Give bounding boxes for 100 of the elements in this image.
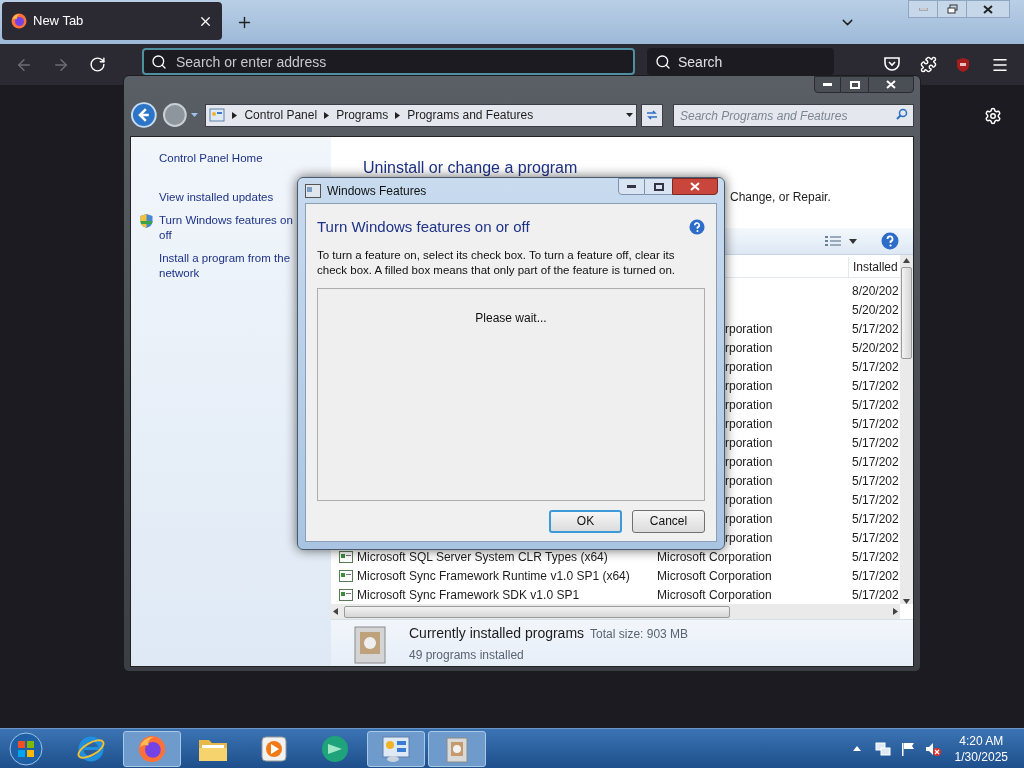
table-cell: 5/17/202 — [852, 359, 899, 374]
loading-message: Please wait... — [475, 309, 547, 327]
table-cell: rporation — [725, 492, 773, 507]
table-cell-text: Microsoft Sync Framework Runtime v1.0 SP1 (x64) — [357, 567, 630, 585]
address-field[interactable]: Search or enter address — [142, 48, 635, 75]
table-cell: 5/20/202 — [852, 302, 899, 317]
chevron-icon — [395, 111, 401, 119]
dialog-button[interactable]: Cancel — [632, 509, 705, 533]
muted-speaker-icon[interactable] — [924, 741, 941, 756]
breadcrumb-item[interactable]: Control Panel — [244, 106, 318, 125]
help-icon[interactable] — [881, 232, 899, 250]
search-field[interactable]: Search — [647, 48, 834, 75]
tab-title: New Tab — [33, 12, 85, 31]
play-circle-icon[interactable] — [320, 733, 350, 764]
minimize-icon — [918, 7, 928, 11]
search-field[interactable]: Search Programs and Features — [673, 104, 914, 128]
search-icon — [655, 54, 671, 70]
close-button[interactable] — [672, 178, 718, 195]
horizontal-scrollbar[interactable] — [331, 604, 900, 619]
network-icon[interactable] — [874, 741, 891, 756]
table-cell: 5/17/202 — [852, 321, 899, 336]
task-link[interactable]: Turn Windows features on off — [159, 213, 293, 243]
scroll-right-icon[interactable] — [893, 608, 898, 615]
scroll-thumb[interactable] — [344, 605, 730, 618]
scroll-down-icon[interactable] — [903, 599, 910, 604]
forward-button[interactable] — [161, 102, 188, 129]
close-icon — [690, 182, 700, 191]
new-tab-icon[interactable] — [236, 14, 253, 31]
window-icon — [305, 183, 321, 198]
control-panel-icon[interactable] — [381, 733, 411, 764]
tray-expand-icon[interactable] — [852, 746, 861, 751]
pocket-icon[interactable] — [884, 57, 900, 72]
firefox-icon[interactable] — [138, 734, 166, 763]
program-icon — [339, 549, 353, 564]
table-cell: rporation — [725, 435, 773, 450]
table-cell: rporation — [725, 378, 773, 393]
back-button[interactable] — [130, 101, 158, 130]
table-cell: rporation — [725, 511, 773, 526]
table-cell: 5/17/202 — [852, 416, 899, 431]
table-cell: Microsoft Corporation — [657, 568, 772, 583]
help-icon[interactable] — [689, 219, 705, 236]
program-count: 49 programs installed — [409, 646, 525, 664]
refresh-button[interactable] — [641, 103, 663, 127]
maximize-icon — [653, 182, 664, 191]
table-cell: rporation — [725, 359, 773, 374]
program-icon — [339, 587, 353, 602]
chevron-icon — [324, 111, 330, 119]
chevron-icon — [232, 111, 238, 119]
breadcrumb-item[interactable]: Programs and Features — [407, 106, 534, 125]
start-button[interactable] — [9, 731, 43, 766]
extensions-icon[interactable] — [920, 56, 937, 73]
dialog-button[interactable]: OK — [549, 509, 622, 533]
firefox-icon — [11, 13, 27, 29]
scroll-left-icon[interactable] — [333, 608, 338, 615]
scroll-thumb[interactable] — [901, 267, 912, 359]
task-link[interactable]: View installed updates — [159, 190, 274, 205]
clock-time: 4:20 AM — [959, 732, 1004, 749]
task-link[interactable]: Install a program from the network — [159, 251, 291, 281]
browser-tab[interactable]: New Tab — [2, 2, 222, 40]
dropdown-icon[interactable] — [626, 113, 634, 118]
flag-icon[interactable] — [900, 741, 915, 756]
table-cell: rporation — [725, 454, 773, 469]
reload-icon[interactable] — [89, 56, 106, 73]
details-title: Currently installed programs — [409, 623, 585, 643]
maximize-button[interactable] — [841, 76, 868, 93]
task-link[interactable]: Control Panel Home — [159, 151, 263, 166]
breadcrumb-bar[interactable]: Control Panel Programs Programs and Features — [205, 103, 638, 127]
minimize-button[interactable] — [814, 76, 841, 93]
table-cell: rporation — [725, 397, 773, 412]
close-icon — [983, 4, 993, 14]
dialog-heading: Turn Windows features on or off — [317, 217, 530, 237]
scroll-up-icon[interactable] — [903, 258, 910, 263]
table-cell: 5/17/202 — [852, 378, 899, 393]
table-cell: 5/17/202 — [852, 568, 899, 583]
media-player-icon[interactable] — [261, 735, 287, 762]
maximize-button[interactable] — [645, 178, 672, 195]
shield-icon — [139, 213, 154, 229]
table-cell: rporation — [725, 530, 773, 545]
dialog-description: To turn a feature on, select its check box. To turn a feature off, clear its check box. A filled box means that only part of the feature is turned on. — [317, 247, 676, 278]
refresh-icon — [645, 109, 660, 122]
maximize-icon — [849, 80, 860, 89]
table-cell: rporation — [725, 340, 773, 355]
breadcrumb-item[interactable]: Programs — [336, 106, 389, 125]
history-dropdown-icon[interactable] — [191, 113, 199, 118]
clock[interactable]: 4:20 AM 1/30/2025 — [954, 732, 1008, 765]
table-cell-text: Microsoft Sync Framework SDK v1.0 SP1 — [357, 586, 580, 604]
minimize-button[interactable] — [618, 178, 645, 195]
dropdown-icon[interactable] — [849, 238, 857, 244]
table-cell: 5/17/202 — [852, 397, 899, 412]
restore-button[interactable] — [938, 0, 966, 18]
close-button[interactable] — [868, 76, 914, 93]
page-heading: Uninstall or change a program — [363, 158, 579, 178]
view-options-icon[interactable] — [825, 234, 841, 248]
shield-extension-icon[interactable] — [955, 56, 971, 73]
settings-icon[interactable] — [984, 107, 1002, 125]
vertical-scrollbar[interactable] — [900, 255, 913, 604]
table-cell-text: Microsoft SQL Server System CLR Types (x64) — [357, 548, 608, 566]
close-button[interactable] — [966, 0, 1010, 18]
table-cell: 5/17/202 — [852, 435, 899, 450]
search-icon — [151, 54, 167, 70]
